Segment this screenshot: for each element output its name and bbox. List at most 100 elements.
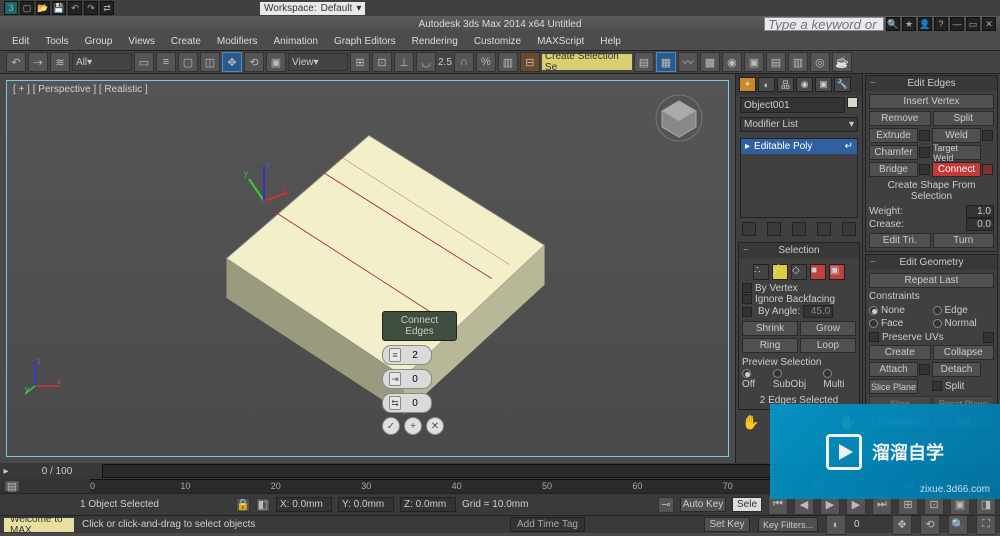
modifier-stack[interactable]: ▸ Editable Poly ↵ (740, 138, 858, 218)
ring-button[interactable]: Ring (742, 338, 798, 353)
preview-multi-radio[interactable] (823, 369, 832, 378)
menu-edit[interactable]: Edit (6, 34, 35, 49)
vp-nav5-icon[interactable]: ✥ (892, 515, 912, 535)
connect-settings-icon[interactable] (982, 164, 993, 175)
keymode-dropdown[interactable]: Sele (732, 497, 762, 512)
material-editor-icon[interactable]: ◉ (722, 52, 742, 72)
modify-tab-icon[interactable]: ◐ (758, 77, 775, 92)
pin-stack-icon[interactable] (742, 222, 756, 236)
help-search-input[interactable] (764, 17, 884, 31)
quick-render-icon[interactable]: ◎ (810, 52, 830, 72)
mirror-button[interactable]: ▥ (498, 52, 518, 72)
undo-button[interactable]: ↶ (6, 52, 26, 72)
render-icon[interactable]: ▥ (788, 52, 808, 72)
select-name-button[interactable]: ≡ (156, 52, 176, 72)
constraint-normal-radio[interactable] (933, 319, 942, 328)
byangle-checkbox[interactable] (742, 307, 752, 317)
maximize-icon[interactable]: ▭ (966, 17, 980, 31)
rect-select-icon[interactable]: ▢ (178, 52, 198, 72)
menu-rendering[interactable]: Rendering (406, 34, 464, 49)
save-icon[interactable]: 💾 (52, 1, 66, 15)
edit-tri-button[interactable]: Edit Tri. (869, 233, 931, 248)
redo-icon[interactable]: ↷ (84, 1, 98, 15)
constraint-none-radio[interactable] (869, 306, 878, 315)
render-setup-icon[interactable]: ▣ (744, 52, 764, 72)
detach-button[interactable]: Detach (932, 362, 981, 377)
turn-button[interactable]: Turn (933, 233, 995, 248)
close-icon[interactable]: ✕ (982, 17, 996, 31)
key-filters-button[interactable]: Key Filters... (758, 517, 818, 532)
select-button[interactable]: ▭ (134, 52, 154, 72)
loop-button[interactable]: Loop (800, 338, 856, 353)
grow-button[interactable]: Grow (800, 321, 856, 336)
angle-snap-button[interactable]: ◡ (416, 52, 436, 72)
vp-nav8-icon[interactable]: ⛶ (976, 515, 996, 535)
layer-button[interactable]: ▤ (634, 52, 654, 72)
return-icon[interactable]: ↵ (845, 141, 853, 152)
rotate-button[interactable]: ⟲ (244, 52, 264, 72)
viewcube[interactable] (654, 93, 704, 143)
minimize-icon[interactable]: — (950, 17, 964, 31)
schematic-icon[interactable]: ▩ (700, 52, 720, 72)
move-button[interactable]: ✥ (222, 52, 242, 72)
menu-help[interactable]: Help (594, 34, 627, 49)
coord-y[interactable]: Y: 0.0mm (338, 497, 394, 512)
attach-button[interactable]: Attach (869, 362, 918, 377)
slice-plane-button[interactable]: Slice Plane (869, 379, 918, 394)
coord-x[interactable]: X: 0.0mm (276, 497, 332, 512)
border-subobj-icon[interactable]: ◇ (791, 264, 807, 280)
link-button[interactable]: ⇢ (28, 52, 48, 72)
extrude-settings-icon[interactable] (919, 130, 930, 141)
open-icon[interactable]: 📂 (36, 1, 50, 15)
preserve-uv-checkbox[interactable] (869, 332, 879, 342)
time-slider-arrow[interactable]: ▸ (0, 466, 12, 477)
preview-subobj-radio[interactable] (773, 369, 782, 378)
key-icon[interactable]: ⊸ (658, 497, 674, 513)
menu-create[interactable]: Create (165, 34, 207, 49)
vp-nav6-icon[interactable]: ⟲ (920, 515, 940, 535)
angle-value-input[interactable]: 45.0 (803, 305, 833, 318)
edit-edges-header[interactable]: Edit Edges (866, 76, 997, 91)
segments-input[interactable] (405, 350, 425, 361)
window-crossing-icon[interactable]: ◫ (200, 52, 220, 72)
ok-button[interactable]: ✓ (382, 417, 400, 435)
weld-button[interactable]: Weld (932, 128, 981, 143)
exchange-icon[interactable]: ★ (902, 17, 916, 31)
new-icon[interactable]: ▢ (20, 1, 34, 15)
selection-filter-dropdown[interactable]: All▾ (72, 53, 132, 71)
scale-button[interactable]: ▣ (266, 52, 286, 72)
add-time-tag-button[interactable]: Add Time Tag (510, 517, 585, 532)
hierarchy-tab-icon[interactable]: 品 (777, 77, 794, 92)
apply-button[interactable]: + (404, 417, 422, 435)
pinch-input[interactable] (405, 374, 425, 385)
extrude-button[interactable]: Extrude (869, 128, 918, 143)
pivot-button[interactable]: ⊞ (350, 52, 370, 72)
connect-button[interactable]: Connect (932, 162, 981, 177)
teapot-render-icon[interactable]: ☕ (832, 52, 852, 72)
object-name-input[interactable] (740, 97, 845, 113)
pinch-spinner[interactable]: ⇥ (382, 369, 432, 389)
manip-button[interactable]: ⊡ (372, 52, 392, 72)
setkey-button[interactable]: Set Key (704, 517, 750, 532)
remove-button[interactable]: Remove (869, 111, 931, 126)
utilities-tab-icon[interactable]: 🔧 (834, 77, 851, 92)
stack-item-editable-poly[interactable]: ▸ Editable Poly ↵ (741, 139, 857, 154)
viewport-perspective[interactable]: [ + ] [ Perspective ] [ Realistic ] (6, 80, 729, 457)
curve-editor-icon[interactable]: 〰 (678, 52, 698, 72)
menu-group[interactable]: Group (79, 34, 119, 49)
configure-icon[interactable] (842, 222, 856, 236)
crease-spinner[interactable]: 0.0 (966, 218, 994, 231)
percent-snap-icon[interactable]: ∩ (454, 52, 474, 72)
create-tab-icon[interactable]: ✦ (739, 77, 756, 92)
hand-icon[interactable]: ✋ (742, 414, 759, 431)
element-subobj-icon[interactable]: ▣ (829, 264, 845, 280)
menu-modifiers[interactable]: Modifiers (211, 34, 264, 49)
split-button[interactable]: Split (933, 111, 995, 126)
coord-z[interactable]: Z: 0.0mm (400, 497, 456, 512)
slide-input[interactable] (405, 398, 425, 409)
bridge-button[interactable]: Bridge (869, 162, 918, 177)
color-swatch[interactable] (847, 97, 858, 108)
repeat-last-button[interactable]: Repeat Last (869, 273, 994, 288)
spinner-snap-icon[interactable]: % (476, 52, 496, 72)
chamfer-button[interactable]: Chamfer (869, 145, 918, 160)
